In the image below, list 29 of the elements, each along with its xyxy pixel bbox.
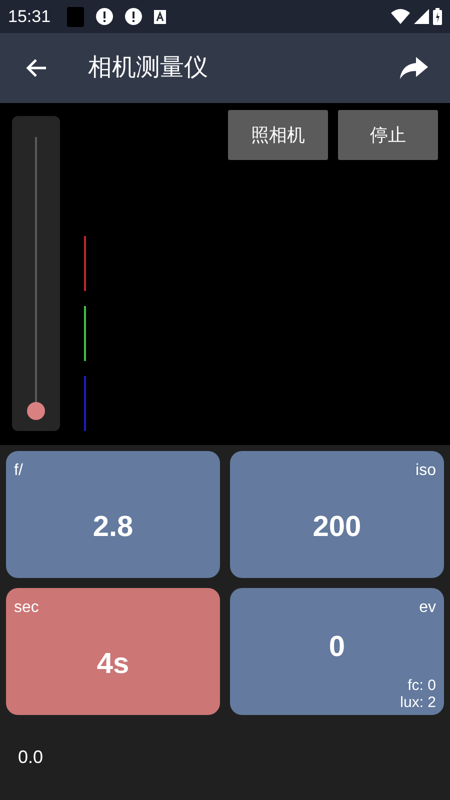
signal-icon [414, 9, 429, 24]
battery-icon [433, 8, 442, 25]
tile-label: f/ [14, 461, 23, 481]
meter-tile[interactable]: f/ 2.8 [6, 451, 220, 578]
meter-tile[interactable]: iso 200 [230, 451, 444, 578]
stop-button[interactable]: 停止 [338, 110, 438, 160]
alert-icon [96, 8, 113, 25]
tile-detail: fc: 0 [408, 677, 436, 694]
tile-value: 0 [328, 630, 346, 665]
reading-text: 0.0 [18, 746, 44, 769]
tile-label: iso [416, 461, 436, 481]
wifi-icon [391, 9, 410, 24]
alert-icon [124, 8, 142, 25]
tile-value: 4s [96, 646, 130, 682]
tile-value: 200 [312, 510, 362, 545]
notification-square-icon [66, 6, 84, 26]
tile-label: sec [14, 598, 39, 618]
back-arrow-icon [25, 58, 47, 78]
tile-detail: lux: 2 [400, 694, 436, 711]
tile-label: ev [419, 598, 436, 618]
meter-tile[interactable]: ev 0 fc: 0 lux: 2 [230, 588, 444, 715]
status-time: 15:31 [8, 6, 51, 28]
share-arrow-icon [400, 57, 428, 79]
tile-value: 2.8 [92, 510, 134, 545]
screen-title: 相机测量仪 [88, 53, 208, 83]
camera-button[interactable]: 照相机 [228, 110, 328, 160]
slider-thumb[interactable] [27, 402, 45, 420]
a-icon [154, 10, 166, 24]
meter-tile[interactable]: sec 4s [6, 588, 220, 715]
